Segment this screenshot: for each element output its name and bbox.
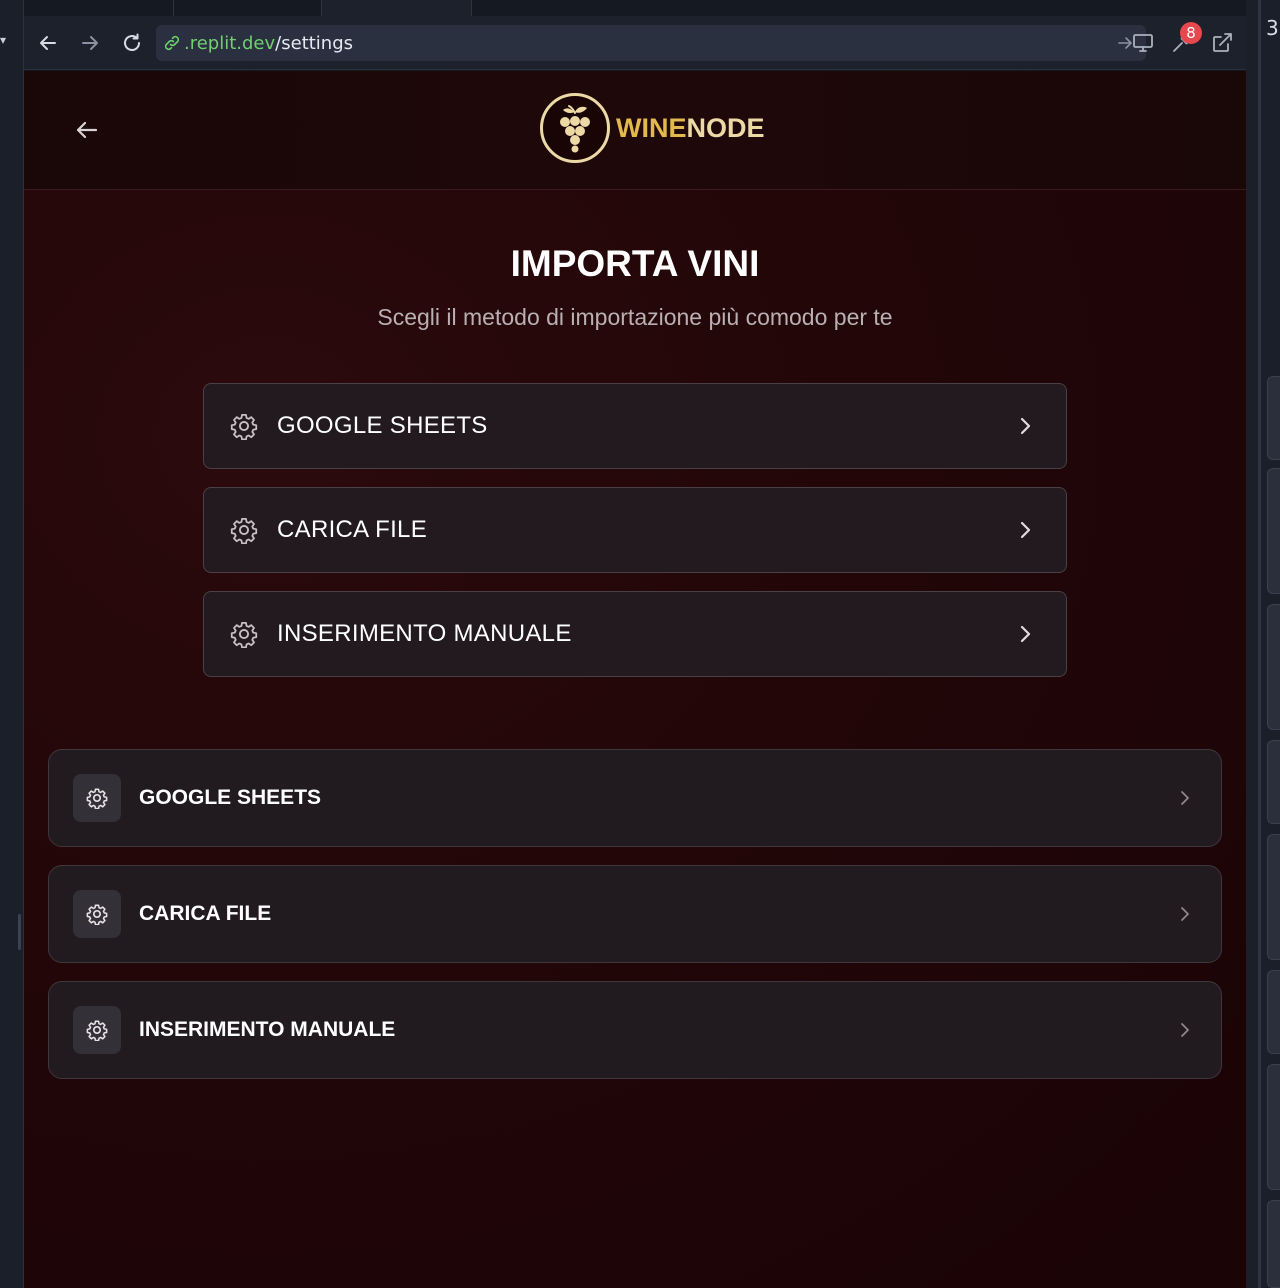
- back-arrow-icon[interactable]: [36, 31, 60, 55]
- page-title: IMPORTA VINI: [510, 243, 760, 284]
- browser-tab[interactable]: [24, 0, 174, 16]
- page-subtitle: Scegli il metodo di importazione più com…: [377, 304, 893, 330]
- card-inserimento-manuale[interactable]: INSERIMENTO MANUALE: [48, 981, 1222, 1079]
- logo-text: WINENODE: [616, 113, 765, 144]
- url-text: .replit.dev/settings: [184, 33, 353, 54]
- right-panel-item[interactable]: [1267, 740, 1280, 824]
- right-panel-number: 3: [1266, 16, 1279, 40]
- link-icon: [163, 34, 181, 52]
- browser-tab[interactable]: [174, 0, 322, 16]
- gear-icon: [73, 890, 121, 938]
- external-link-icon[interactable]: [1210, 31, 1234, 55]
- logo-text-node: NODE: [686, 112, 765, 143]
- grape-logo-icon: [540, 93, 610, 163]
- monitor-icon[interactable]: [1131, 31, 1155, 55]
- url-domain: .replit.dev: [184, 32, 276, 54]
- logo[interactable]: WINENODE: [540, 92, 765, 164]
- logo-text-wine: WINE: [616, 112, 687, 143]
- gear-icon: [73, 774, 121, 822]
- app-header: WINENODE: [24, 71, 1246, 190]
- chevron-right-icon: [1175, 1020, 1195, 1040]
- right-panel-item[interactable]: [1267, 604, 1280, 730]
- panel-divider[interactable]: [1258, 0, 1261, 1288]
- card-label: CARICA FILE: [139, 902, 272, 925]
- url-path: /settings: [275, 32, 354, 54]
- collapse-marker-icon: ▾: [0, 33, 7, 47]
- option-label: GOOGLE SHEETS: [277, 412, 488, 439]
- option-google-sheets[interactable]: GOOGLE SHEETS: [203, 383, 1067, 469]
- right-panel-item[interactable]: [1267, 468, 1280, 594]
- chevron-right-icon: [1014, 623, 1036, 645]
- option-inserimento-manuale[interactable]: INSERIMENTO MANUALE: [203, 591, 1067, 677]
- resize-handle[interactable]: [18, 914, 21, 950]
- right-panel-item[interactable]: [1267, 970, 1280, 1054]
- right-panel-item[interactable]: [1267, 1200, 1280, 1288]
- chevron-right-icon: [1014, 415, 1036, 437]
- right-panel-item[interactable]: [1267, 834, 1280, 960]
- chevron-right-icon: [1014, 519, 1036, 541]
- chevron-right-icon: [1175, 788, 1195, 808]
- gear-icon: [230, 412, 258, 440]
- notification-badge: 8: [1180, 22, 1202, 44]
- card-carica-file[interactable]: CARICA FILE: [48, 865, 1222, 963]
- card-google-sheets[interactable]: GOOGLE SHEETS: [48, 749, 1222, 847]
- left-panel-strip: ▾: [0, 0, 24, 1288]
- app-page: WINENODE IMPORTA VINI Scegli il metodo d…: [24, 71, 1246, 1288]
- back-arrow-icon: [76, 121, 98, 139]
- gear-icon: [230, 516, 258, 544]
- gear-icon: [230, 620, 258, 648]
- card-label: GOOGLE SHEETS: [139, 786, 322, 809]
- option-carica-file[interactable]: CARICA FILE: [203, 487, 1067, 573]
- right-panel-strip: 3: [1246, 0, 1280, 1288]
- browser-tab-active[interactable]: [322, 0, 472, 16]
- gear-icon: [73, 1006, 121, 1054]
- chevron-right-icon: [1175, 904, 1195, 924]
- right-panel-item[interactable]: [1267, 1064, 1280, 1190]
- browser-tab-bar: [24, 0, 1246, 16]
- right-panel-item[interactable]: [1267, 376, 1280, 460]
- browser-toolbar: .replit.dev/settings: [24, 16, 1246, 70]
- back-button[interactable]: [72, 115, 102, 145]
- card-label: INSERIMENTO MANUALE: [139, 1018, 396, 1041]
- option-label: INSERIMENTO MANUALE: [277, 620, 572, 647]
- reload-icon[interactable]: [120, 31, 144, 55]
- option-label: CARICA FILE: [277, 516, 428, 543]
- address-bar[interactable]: .replit.dev/settings: [156, 25, 1146, 61]
- forward-arrow-icon[interactable]: [78, 31, 102, 55]
